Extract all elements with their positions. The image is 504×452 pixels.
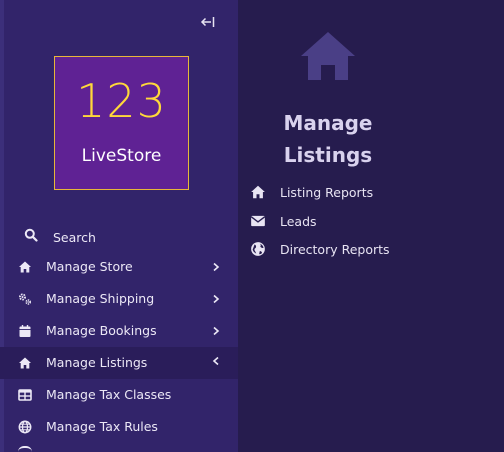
sidebar-item-manage-tax-rules[interactable]: Manage Tax Rules xyxy=(0,411,238,443)
sidebar-item-manage-bookings[interactable]: Manage Bookings xyxy=(0,315,238,347)
collapse-left-icon xyxy=(200,17,215,27)
sidebar-item-manage-listings[interactable]: Manage Listings xyxy=(0,347,238,379)
menu-item-leads[interactable]: Leads xyxy=(250,211,317,231)
sidebar-item-label: Manage Listings xyxy=(46,355,148,370)
envelope-icon xyxy=(250,215,266,227)
page-title: Manage Listings xyxy=(283,111,373,167)
sidebar-item-label: Manage Shipping xyxy=(46,291,155,306)
logo-number: 123 xyxy=(76,74,167,128)
search-label: Search xyxy=(53,229,96,245)
chevron-right-icon xyxy=(213,326,220,336)
chevron-right-icon xyxy=(213,294,220,304)
globe-icon xyxy=(18,420,32,434)
menu-item-label: Listing Reports xyxy=(280,184,374,200)
chevron-left-icon xyxy=(212,356,219,366)
menu-item-label: Leads xyxy=(280,213,317,229)
calendar-icon xyxy=(19,325,31,337)
sidebar-item-label: Manage Store xyxy=(46,259,133,274)
sidebar-item-label: Manage Tax Rules xyxy=(46,419,158,434)
listings-home-icon xyxy=(298,29,358,83)
sidebar-item-label: Manage Bookings xyxy=(46,323,157,338)
home-icon xyxy=(19,261,31,273)
menu-item-listing-reports[interactable]: Listing Reports xyxy=(250,182,373,202)
table-icon xyxy=(18,389,32,401)
collapse-sidebar-button[interactable] xyxy=(199,13,217,31)
sidebar-item-manage-shipping[interactable]: Manage Shipping xyxy=(0,283,238,315)
next-item-icon-partial xyxy=(18,446,32,452)
search-icon xyxy=(24,228,38,242)
menu-item-label: Directory Reports xyxy=(280,241,390,257)
globe-icon xyxy=(251,242,265,256)
sidebar-item-manage-tax-classes[interactable]: Manage Tax Classes xyxy=(0,379,238,411)
home-icon xyxy=(251,185,265,199)
home-icon xyxy=(19,357,31,369)
chevron-right-icon xyxy=(213,262,220,272)
store-logo[interactable]: 123 LiveStore xyxy=(54,56,189,190)
sidebar: 123 LiveStore Search Manage Store Manage… xyxy=(0,0,238,452)
sidebar-search[interactable]: Search xyxy=(24,224,96,246)
logo-text: LiveStore xyxy=(81,146,162,166)
gears-icon xyxy=(19,293,31,305)
menu-item-directory-reports[interactable]: Directory Reports xyxy=(250,239,390,259)
sidebar-item-label: Manage Tax Classes xyxy=(46,387,172,402)
sidebar-item-manage-store[interactable]: Manage Store xyxy=(0,251,238,283)
